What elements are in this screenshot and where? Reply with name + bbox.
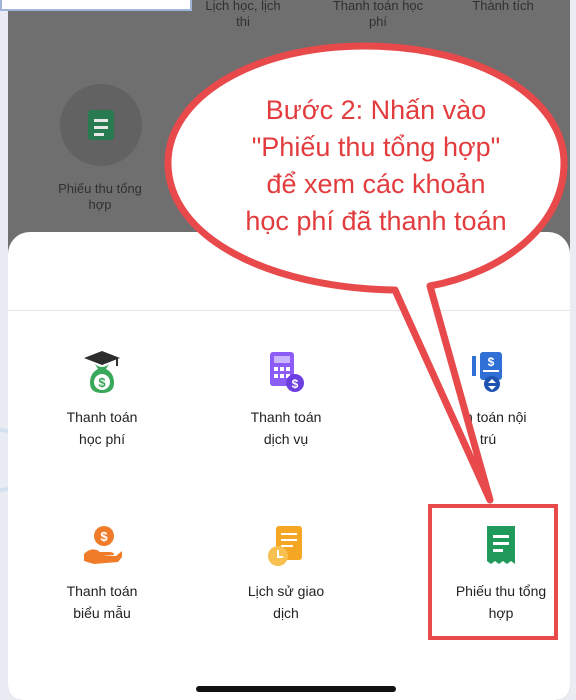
side-watermark xyxy=(0,428,8,492)
item-label: Lịch sử giao dịch xyxy=(247,583,325,621)
bg-item-thanh-toan-hoc-phi: Thanh toán học phí xyxy=(332,0,424,29)
item-lich-su-giao-dich[interactable]: Lịch sử giao dịch xyxy=(206,524,366,624)
item-thanh-toan-bieu-mau[interactable]: $ Thanh toán biểu mẫu xyxy=(22,524,182,624)
bg-receipt-label: Phiếu thu tổng hợp xyxy=(58,181,142,212)
item-label: Thanh toán biểu mẫu xyxy=(66,583,138,621)
item-label: Thanh toán học phí xyxy=(66,409,138,447)
hand-coin-icon: $ xyxy=(80,524,124,568)
top-frame-fragment xyxy=(0,0,192,11)
history-document-icon xyxy=(264,524,308,568)
receipt-icon xyxy=(88,110,114,140)
money-bag-graduation-icon: $ xyxy=(80,350,124,394)
highlight-box xyxy=(428,504,558,640)
home-indicator[interactable] xyxy=(196,686,396,692)
bg-receipt-circle xyxy=(60,84,142,166)
callout-text: Bước 2: Nhấn vào "Phiếu thu tổng hợp" để… xyxy=(245,95,507,236)
svg-text:$: $ xyxy=(100,529,108,544)
svg-text:$: $ xyxy=(98,375,106,390)
item-thanh-toan-hoc-phi[interactable]: $ Thanh toán học phí xyxy=(22,350,182,450)
bg-item-thanh-tich: Thành tích xyxy=(472,0,534,13)
